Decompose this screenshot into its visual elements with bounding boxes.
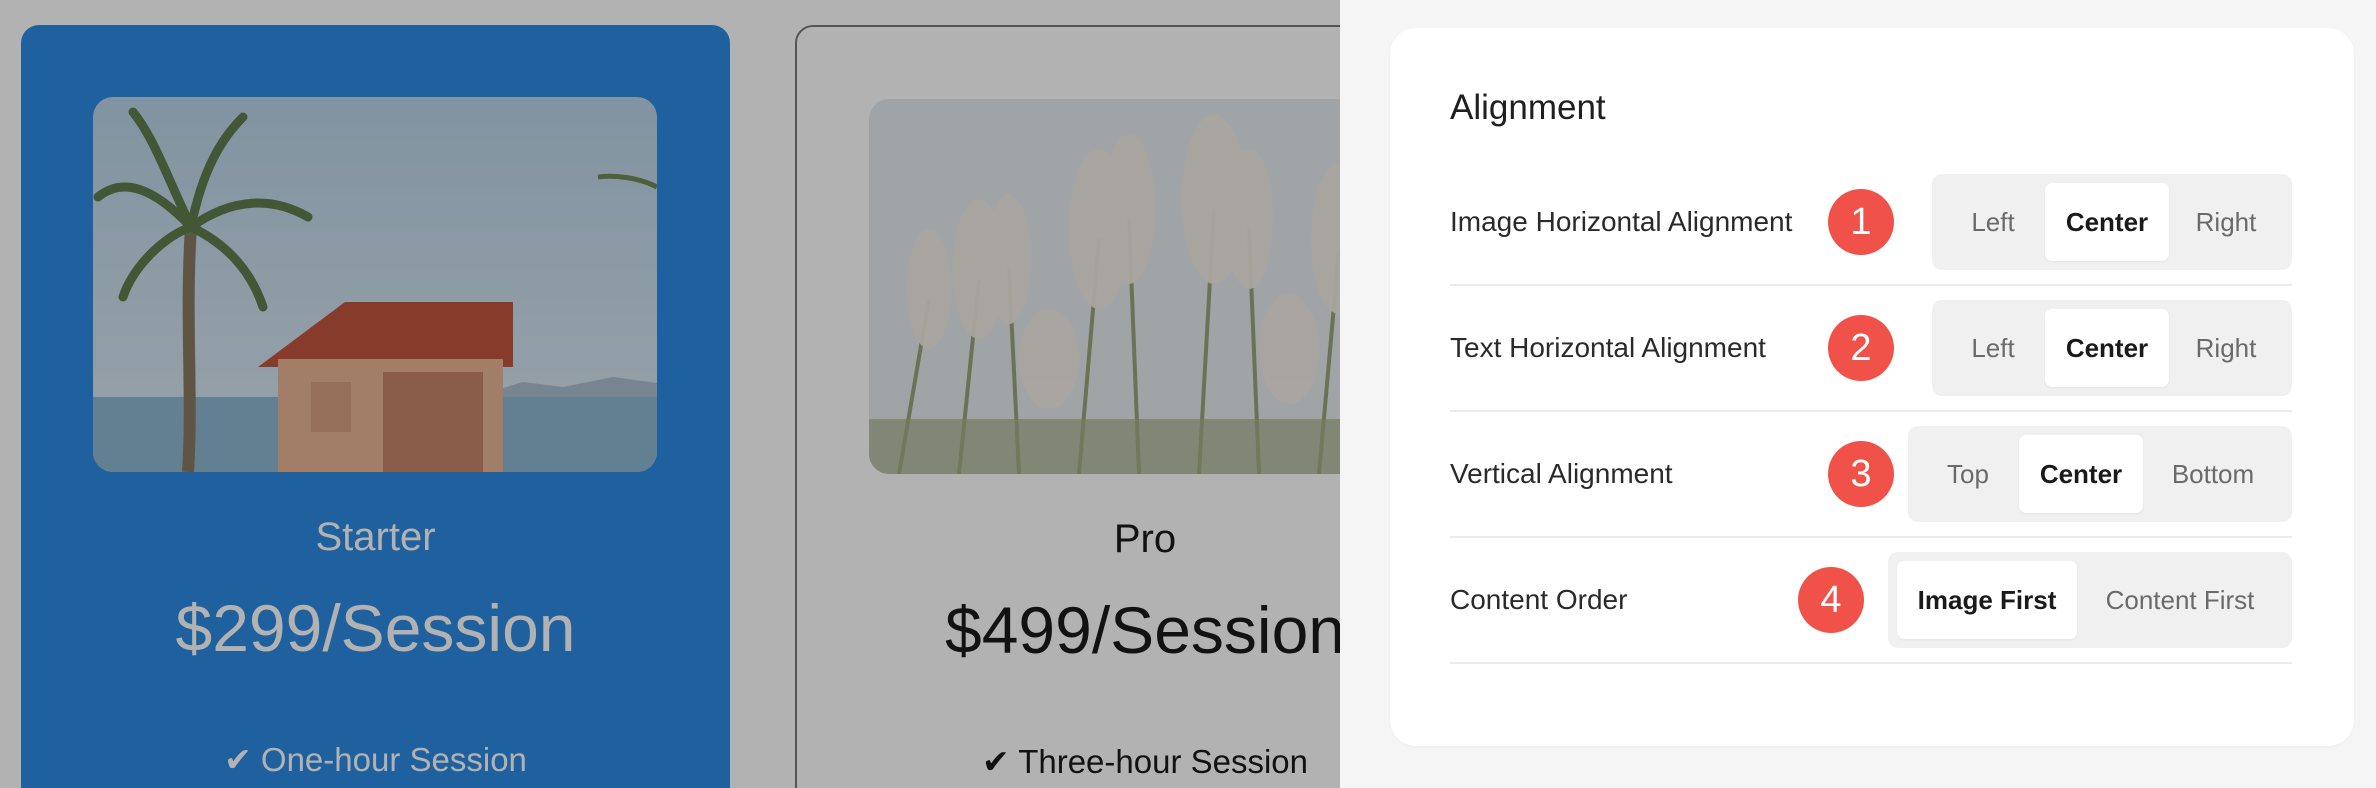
card-title: Pro (1113, 517, 1177, 561)
vertical-alignment-control: Top Center Bottom (1908, 426, 2292, 522)
setting-row-vertical-alignment: Vertical Alignment 3 Top Center Bottom (1450, 412, 2292, 538)
setting-label: Text Horizontal Alignment (1450, 332, 1766, 363)
pricing-card-starter[interactable]: Starter $299/Session ✔ One-hour Session (21, 25, 730, 788)
option-left[interactable]: Left (1941, 183, 2045, 261)
option-right[interactable]: Right (2169, 183, 2283, 261)
setting-row-text-horizontal-alignment: Text Horizontal Alignment 2 Left Center … (1450, 286, 2292, 412)
image-horizontal-alignment-control: Left Center Right (1932, 174, 2292, 270)
option-center[interactable]: Center (2019, 435, 2143, 513)
option-top[interactable]: Top (1917, 435, 2019, 513)
section-title: Alignment (1450, 88, 1606, 127)
card-price: $299/Session (175, 591, 576, 665)
step-badge: 1 (1828, 189, 1894, 255)
option-center[interactable]: Center (2045, 309, 2169, 387)
card-title: Starter (315, 515, 436, 559)
beach-hut-image (93, 97, 657, 472)
option-right[interactable]: Right (2169, 309, 2283, 387)
step-badge: 3 (1828, 441, 1894, 507)
option-center[interactable]: Center (2045, 183, 2169, 261)
option-image-first[interactable]: Image First (1897, 561, 2077, 639)
card-feature: ✔ Three-hour Session (981, 743, 1309, 780)
option-content-first[interactable]: Content First (2077, 561, 2283, 639)
pricing-preview: Starter $299/Session ✔ One-hour Session (0, 0, 1340, 788)
setting-label: Content Order (1450, 584, 1628, 615)
pampas-grass-image (869, 99, 1340, 474)
text-horizontal-alignment-control: Left Center Right (1932, 300, 2292, 396)
pricing-card-pro[interactable]: Pro $499/Session ✔ Three-hour Session (795, 25, 1340, 788)
card-feature: ✔ One-hour Session (224, 741, 527, 778)
setting-label: Image Horizontal Alignment (1450, 206, 1793, 237)
content-order-control: Image First Content First (1888, 552, 2292, 648)
setting-row-image-horizontal-alignment: Image Horizontal Alignment 1 Left Center… (1450, 160, 2292, 286)
option-bottom[interactable]: Bottom (2143, 435, 2283, 513)
setting-row-content-order: Content Order 4 Image First Content Firs… (1450, 538, 2292, 664)
alignment-settings-card: Alignment Image Horizontal Alignment 1 L… (1390, 28, 2354, 746)
setting-label: Vertical Alignment (1450, 458, 1673, 489)
card-price: $499/Session (945, 593, 1340, 667)
step-badge: 2 (1828, 315, 1894, 381)
option-left[interactable]: Left (1941, 309, 2045, 387)
step-badge: 4 (1798, 567, 1864, 633)
